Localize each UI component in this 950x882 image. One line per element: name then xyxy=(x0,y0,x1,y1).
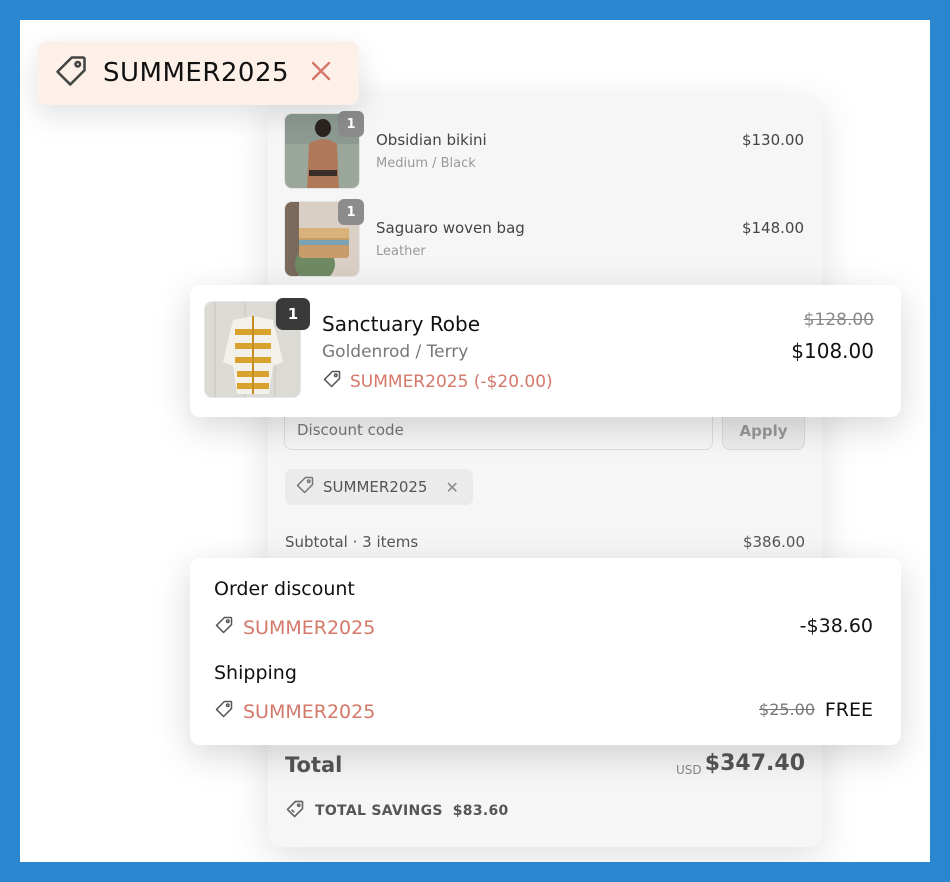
item-name: Sanctuary Robe xyxy=(322,312,481,336)
savings-value: $83.60 xyxy=(452,803,509,819)
savings-label: TOTAL SAVINGS xyxy=(315,803,443,819)
applied-discount-code: SUMMER2025 xyxy=(323,478,428,496)
item-discount-label: SUMMER2025 (-$20.00) xyxy=(350,371,553,392)
line-item: 1 Obsidian bikini Medium / Black $130.00 xyxy=(284,111,804,191)
quantity-badge: 1 xyxy=(338,199,364,225)
total-label: Total xyxy=(285,753,343,777)
item-price: $130.00 xyxy=(741,131,804,149)
original-price: $128.00 xyxy=(803,310,874,330)
item-variant: Leather xyxy=(376,244,426,259)
quantity-badge: 1 xyxy=(276,298,310,330)
tag-icon xyxy=(322,369,342,394)
coupon-code: SUMMER2025 xyxy=(103,58,290,88)
remove-discount-icon[interactable]: ✕ xyxy=(445,478,458,497)
item-name: Saguaro woven bag xyxy=(376,219,525,237)
tag-icon xyxy=(214,699,234,724)
coupon-tag: SUMMER2025 xyxy=(37,41,359,105)
shipping-discount-code: SUMMER2025 xyxy=(214,699,375,724)
shipping-discount-code-text: SUMMER2025 xyxy=(243,700,376,723)
subtotal-value: $386.00 xyxy=(742,533,805,551)
order-discount-code-text: SUMMER2025 xyxy=(243,616,376,639)
shipping-label: Shipping xyxy=(214,662,297,684)
close-icon[interactable] xyxy=(309,59,333,87)
item-discount: SUMMER2025 (-$20.00) xyxy=(322,369,553,394)
applied-discount-chip: SUMMER2025 ✕ xyxy=(285,469,473,505)
quantity-badge: 1 xyxy=(338,111,364,137)
savings-tag-icon xyxy=(285,799,305,823)
discounts-card: Order discount SUMMER2025 -$38.60 Shippi… xyxy=(190,558,901,745)
tag-icon xyxy=(53,53,89,93)
shipping-original-price: $25.00 xyxy=(759,700,815,719)
item-variant: Goldenrod / Terry xyxy=(322,342,469,362)
total-savings: TOTAL SAVINGS $83.60 xyxy=(285,799,509,823)
order-discount-label: Order discount xyxy=(214,578,355,600)
order-discount-amount: -$38.60 xyxy=(799,615,873,637)
total-currency: USD xyxy=(676,763,702,777)
canvas: 1 Obsidian bikini Medium / Black $130.00… xyxy=(20,20,930,862)
item-name: Obsidian bikini xyxy=(376,131,487,149)
order-discount-code: SUMMER2025 xyxy=(214,615,375,640)
total-value: $347.40 xyxy=(704,751,805,776)
item-variant: Medium / Black xyxy=(376,156,476,171)
subtotal-label: Subtotal · 3 items xyxy=(285,533,419,551)
tag-icon xyxy=(214,615,234,640)
item-price: $148.00 xyxy=(741,219,804,237)
line-item: 1 Saguaro woven bag Leather $148.00 xyxy=(284,199,804,279)
tag-icon xyxy=(295,475,315,499)
discounted-price: $108.00 xyxy=(791,339,874,363)
highlighted-line-item: 1 Sanctuary Robe Goldenrod / Terry SUMME… xyxy=(190,285,901,417)
shipping-price: FREE xyxy=(824,699,873,721)
